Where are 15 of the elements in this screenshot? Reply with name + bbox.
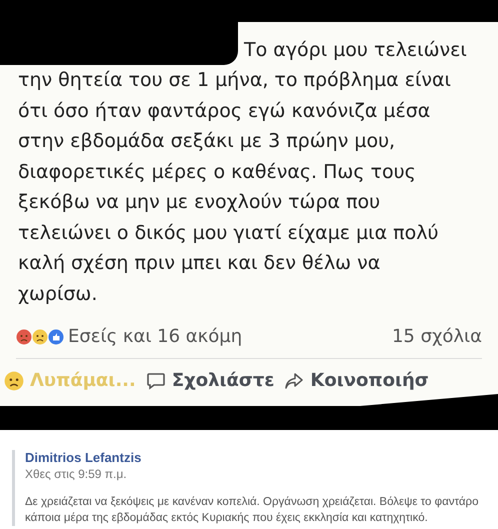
comment-author[interactable]: Dimitrios Lefantzis <box>25 450 486 466</box>
speech-bubble-icon <box>146 370 166 390</box>
share-arrow-icon <box>284 370 304 390</box>
sad-face-icon <box>32 328 48 344</box>
post-text: Το αγόρι μου τελειώνει <box>244 38 467 62</box>
share-button[interactable]: Κοινοποιήσ <box>284 367 429 394</box>
comment-text: Δε χρειάζεται να ξεκόψεις με κανέναν κοπελιά. Οργάνωση χρειάζεται. Βόλεψε το φαντάρο κάποια μέρα της εβδομάδας εκτός Κυριακής που έχεις εκκλησία και κατηχητικό. <box>25 495 480 526</box>
post-text: την θητεία του σε 1 μήνα, το πρόβλημα είναι ότι όσο ήταν φαντάρος εγώ κανόνιζα μέσα στην εβδομάδα σεξάκι με 3 πρώην μου, διαφορετικές μέρες ο καθένας. Πως τους ξεκόβω να μην με ενοχλούν τώρα που τελειώνει ο δικός μου γιατί είχαμε μια πολύ καλή σχέση πριν μπει και δεν θέλω να χωρίσω. <box>17 68 452 306</box>
angry-face-icon <box>16 328 32 344</box>
comments-count[interactable]: 15 σχόλια <box>392 323 482 350</box>
reactions-summary[interactable]: Εσείς και 16 ακόμη <box>68 323 242 350</box>
comment-time: Χθες στις 9:59 π.μ. <box>25 466 128 482</box>
thumbs-up-icon <box>48 328 64 344</box>
sad-face-icon <box>4 370 24 390</box>
comment-button[interactable]: Σχολιάστε <box>146 367 274 394</box>
